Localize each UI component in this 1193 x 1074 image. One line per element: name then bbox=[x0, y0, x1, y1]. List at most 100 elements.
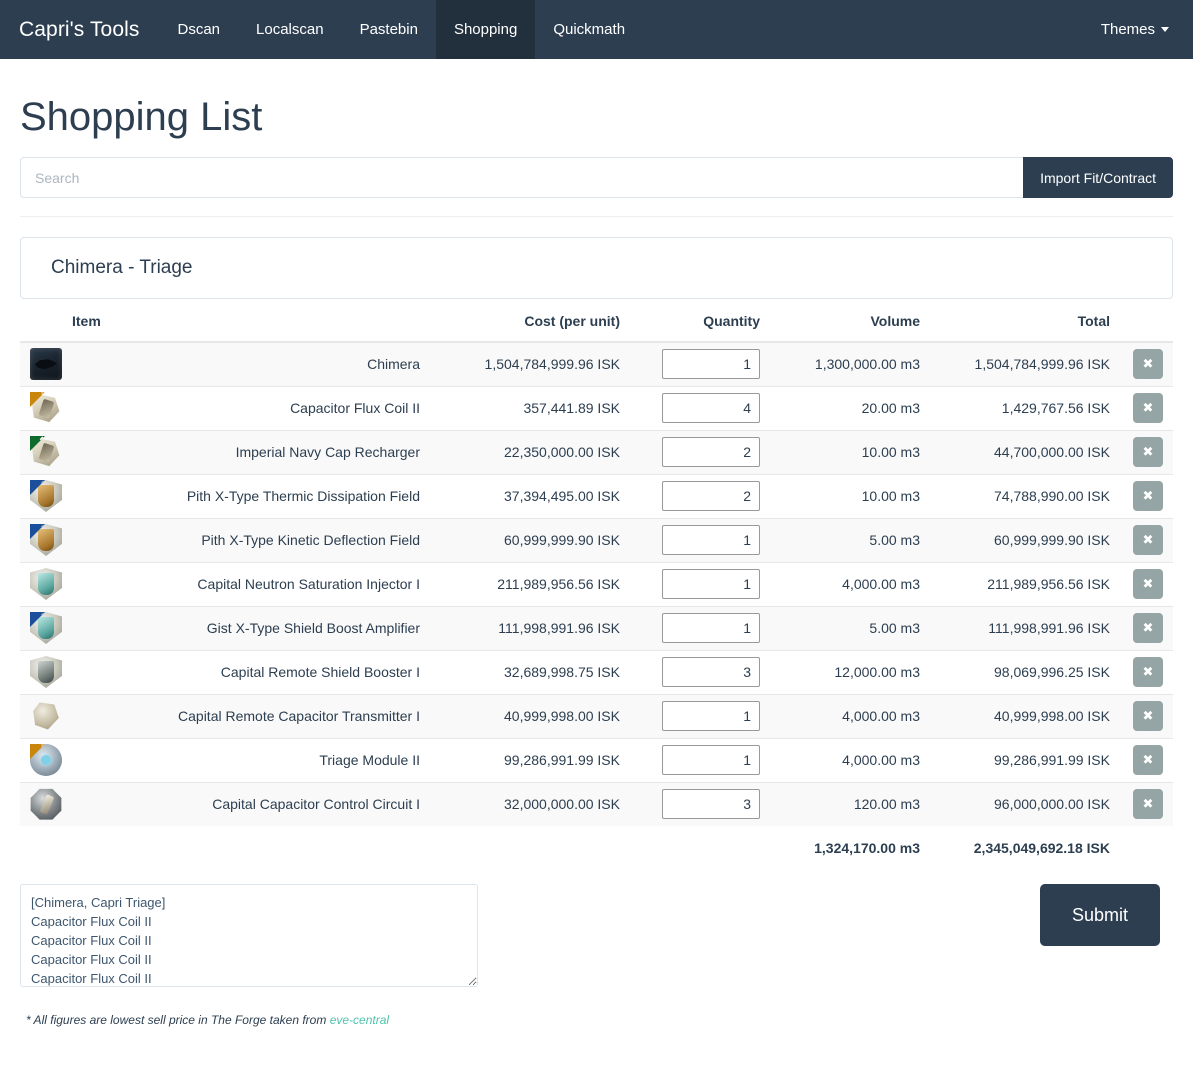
remove-item-button[interactable]: ✖ bbox=[1133, 613, 1163, 643]
totals-volume: 1,324,170.00 m3 bbox=[770, 826, 930, 870]
remove-item-button[interactable]: ✖ bbox=[1133, 393, 1163, 423]
table-row: Capital Neutron Saturation Injector I 211… bbox=[20, 561, 1173, 606]
th-item: Item bbox=[72, 301, 430, 343]
item-total-cell: 44,700,000.00 ISK bbox=[930, 429, 1120, 474]
nav-item-pastebin[interactable]: Pastebin bbox=[342, 0, 436, 59]
fit-paste-textarea[interactable]: [Chimera, Capri Triage] Capacitor Flux C… bbox=[20, 884, 478, 987]
item-name-link[interactable]: Capital Remote Capacitor Transmitter I bbox=[178, 708, 420, 724]
remote-capacitor-transmitter-icon bbox=[30, 700, 62, 732]
eve-central-link[interactable]: eve-central bbox=[330, 1013, 389, 1027]
item-name-link[interactable]: Capital Remote Shield Booster I bbox=[221, 664, 420, 680]
item-delete-cell: ✖ bbox=[1120, 561, 1173, 606]
item-total-cell: 74,788,990.00 ISK bbox=[930, 473, 1120, 518]
quantity-input[interactable] bbox=[662, 745, 760, 775]
table-body: Chimera1,504,784,999.96 ISK1,300,000.00 … bbox=[20, 341, 1173, 826]
nav-item-shopping[interactable]: Shopping bbox=[435, 0, 536, 59]
item-cost-cell: 37,394,495.00 ISK bbox=[430, 473, 630, 518]
item-volume-cell: 12,000.00 m3 bbox=[770, 649, 930, 694]
table-foot: 1,324,170.00 m3 2,345,049,692.18 ISK bbox=[20, 826, 1173, 870]
search-input[interactable] bbox=[20, 157, 1024, 198]
remove-item-button[interactable]: ✖ bbox=[1133, 789, 1163, 820]
item-quantity-cell bbox=[630, 385, 770, 430]
item-icon-cell bbox=[20, 693, 72, 738]
item-quantity-cell bbox=[630, 517, 770, 562]
section-divider bbox=[20, 216, 1173, 217]
quantity-input[interactable] bbox=[662, 569, 760, 599]
table-row: + Pith X-Type Thermic Dissipation Field 37… bbox=[20, 473, 1173, 518]
page-container: Shopping List Import Fit/Contract Chimer… bbox=[0, 97, 1193, 1027]
quantity-input[interactable] bbox=[662, 481, 760, 511]
shield-core-icon bbox=[38, 529, 54, 551]
item-name-link[interactable]: Capital Capacitor Control Circuit I bbox=[212, 796, 420, 812]
quantity-input[interactable] bbox=[662, 525, 760, 555]
remove-item-button[interactable]: ✖ bbox=[1133, 481, 1163, 511]
remove-item-button[interactable]: ✖ bbox=[1133, 437, 1163, 467]
chevron-down-icon bbox=[1161, 27, 1169, 32]
item-quantity-cell bbox=[630, 429, 770, 474]
th-delete bbox=[1120, 301, 1173, 343]
item-delete-cell: ✖ bbox=[1120, 781, 1173, 826]
table-header-row: Item Cost (per unit) Quantity Volume Tot… bbox=[20, 301, 1173, 343]
item-name-link[interactable]: Triage Module II bbox=[319, 752, 420, 768]
item-total-cell: 211,989,956.56 ISK bbox=[930, 561, 1120, 606]
totals-total: 2,345,049,692.18 ISK bbox=[930, 826, 1120, 870]
import-fit-contract-button[interactable]: Import Fit/Contract bbox=[1023, 157, 1173, 198]
nav-item-localscan[interactable]: Localscan bbox=[238, 0, 342, 59]
shield-boost-amplifier-icon: + bbox=[30, 612, 62, 644]
brand-logo[interactable]: Capri's Tools bbox=[0, 0, 159, 59]
quantity-input[interactable] bbox=[662, 393, 760, 423]
nav-item-dscan[interactable]: Dscan bbox=[159, 0, 238, 59]
triage-module-icon: II bbox=[30, 744, 62, 776]
remove-item-button[interactable]: ✖ bbox=[1133, 525, 1163, 555]
th-volume: Volume bbox=[770, 301, 930, 343]
quantity-input[interactable] bbox=[662, 349, 760, 380]
quantity-input[interactable] bbox=[662, 701, 760, 731]
item-cost-cell: 22,350,000.00 ISK bbox=[430, 429, 630, 474]
shopping-table: Item Cost (per unit) Quantity Volume Tot… bbox=[20, 301, 1173, 870]
quantity-input[interactable] bbox=[662, 437, 760, 467]
item-volume-cell: 1,300,000.00 m3 bbox=[770, 341, 930, 386]
remove-item-button[interactable]: ✖ bbox=[1133, 569, 1163, 599]
remove-item-button[interactable]: ✖ bbox=[1133, 745, 1163, 775]
item-name-cell: Imperial Navy Cap Recharger bbox=[72, 429, 430, 474]
remove-item-button[interactable]: ✖ bbox=[1133, 657, 1163, 687]
remove-item-button[interactable]: ✖ bbox=[1133, 701, 1163, 731]
item-icon-cell: + bbox=[20, 473, 72, 518]
fit-name: Chimera - Triage bbox=[51, 257, 193, 278]
themes-dropdown[interactable]: Themes bbox=[1083, 0, 1193, 59]
page-title: Shopping List bbox=[20, 95, 263, 139]
item-name-link[interactable]: Imperial Navy Cap Recharger bbox=[236, 444, 420, 460]
item-name-link[interactable]: Gist X-Type Shield Boost Amplifier bbox=[207, 620, 420, 636]
item-quantity-cell bbox=[630, 649, 770, 694]
neutron-saturation-injector-icon bbox=[30, 568, 62, 600]
item-quantity-cell bbox=[630, 473, 770, 518]
nav-right: Themes bbox=[1083, 0, 1193, 59]
item-name-link[interactable]: Pith X-Type Thermic Dissipation Field bbox=[187, 488, 420, 504]
submit-button[interactable]: Submit bbox=[1040, 884, 1160, 946]
item-quantity-cell bbox=[630, 341, 770, 386]
quantity-input[interactable] bbox=[662, 789, 760, 820]
circuit-shape-icon bbox=[30, 788, 62, 820]
item-name-link[interactable]: Capacitor Flux Coil II bbox=[290, 400, 420, 416]
remote-shield-booster-icon bbox=[30, 656, 62, 688]
quantity-input[interactable] bbox=[662, 613, 760, 643]
remote-shape-icon bbox=[33, 702, 59, 730]
remove-item-button[interactable]: ✖ bbox=[1133, 349, 1163, 380]
item-icon-cell: + bbox=[20, 605, 72, 650]
th-icon bbox=[20, 301, 72, 343]
totals-spacer-3 bbox=[430, 826, 630, 870]
item-name-link[interactable]: Pith X-Type Kinetic Deflection Field bbox=[201, 532, 420, 548]
item-total-cell: 111,998,991.96 ISK bbox=[930, 605, 1120, 650]
shield-core-icon bbox=[38, 573, 54, 595]
totals-spacer-1 bbox=[20, 826, 72, 870]
shield-core-icon bbox=[38, 617, 54, 639]
item-name-link[interactable]: Capital Neutron Saturation Injector I bbox=[197, 576, 420, 592]
quantity-input[interactable] bbox=[662, 657, 760, 687]
item-delete-cell: ✖ bbox=[1120, 385, 1173, 430]
item-name-link[interactable]: Chimera bbox=[367, 356, 420, 372]
item-quantity-cell bbox=[630, 605, 770, 650]
ship-chimera-icon bbox=[30, 348, 62, 381]
item-delete-cell: ✖ bbox=[1120, 429, 1173, 474]
item-name-cell: Chimera bbox=[72, 341, 430, 386]
nav-item-quickmath[interactable]: Quickmath bbox=[535, 0, 643, 59]
